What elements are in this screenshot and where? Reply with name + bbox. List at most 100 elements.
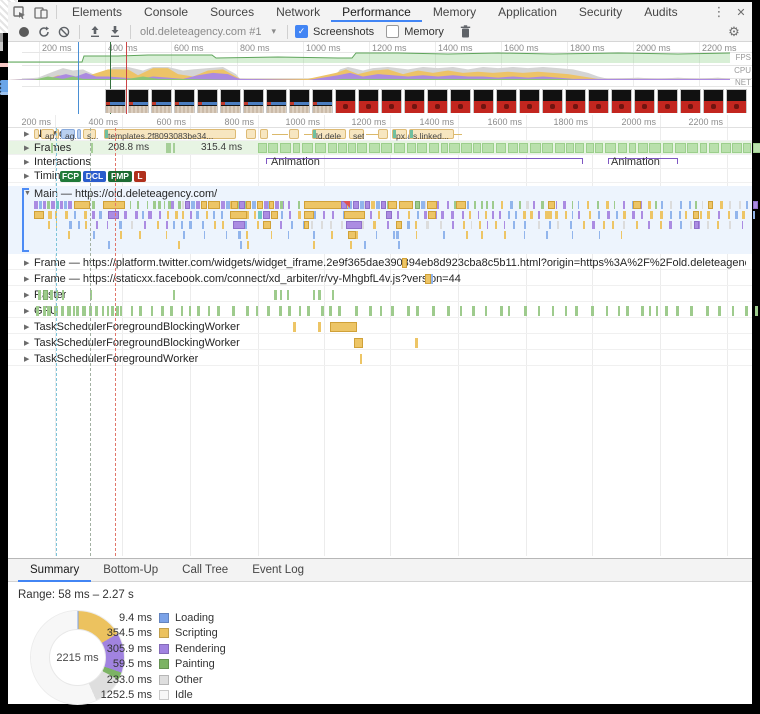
tab-console[interactable]: Console — [133, 3, 199, 22]
screenshot-thumbnail[interactable] — [404, 89, 425, 113]
track-row-raster[interactable]: ▶Raster — [8, 288, 752, 302]
tab-network[interactable]: Network — [265, 3, 331, 22]
drawer-tab-event-log[interactable]: Event Log — [240, 559, 316, 582]
network-request-block[interactable]: s.linked... — [409, 129, 454, 141]
network-request-block[interactable] — [34, 129, 39, 139]
network-request-block[interactable] — [378, 129, 388, 139]
track-row-twitter[interactable]: ▶ Frame — https://platform.twitter.com/wi… — [8, 256, 752, 270]
network-request-block[interactable] — [77, 129, 81, 139]
track-row-fb[interactable]: ▶ Frame — https://staticxx.facebook.com/c… — [8, 272, 752, 286]
screenshot-thumbnail[interactable] — [703, 89, 724, 113]
screenshot-thumbnail[interactable] — [220, 89, 241, 113]
timing-badge-fmp[interactable]: FMP — [108, 171, 132, 182]
drawer-tab-summary[interactable]: Summary — [18, 559, 92, 582]
tab-application[interactable]: Application — [487, 3, 568, 22]
timing-badge-l[interactable]: L — [134, 171, 146, 182]
drawer-tab-call-tree[interactable]: Call Tree — [170, 559, 240, 582]
screenshot-thumbnail[interactable] — [289, 89, 310, 113]
tab-elements[interactable]: Elements — [61, 3, 133, 22]
close-icon[interactable]: ✕ — [730, 3, 752, 21]
screenshot-thumbnail[interactable] — [680, 89, 701, 113]
clear-icon[interactable] — [54, 24, 74, 40]
tab-audits[interactable]: Audits — [633, 3, 688, 22]
track-expand-arrow[interactable]: ▶ — [24, 275, 29, 283]
timing-badge-dcl[interactable]: DCL — [83, 171, 106, 182]
save-profile-icon[interactable] — [105, 24, 125, 40]
track-row-tsbw1[interactable]: ▶ TaskSchedulerForegroundBlockingWorker — [8, 320, 752, 334]
network-request-block[interactable]: ld.dele — [312, 129, 346, 141]
gear-icon[interactable]: ⚙ — [724, 24, 744, 40]
tab-security[interactable]: Security — [568, 3, 633, 22]
track-expand-arrow[interactable]: ▶ — [24, 307, 29, 315]
screenshot-thumbnail[interactable] — [335, 89, 356, 113]
track-row-timings[interactable]: ▶ Timings FCP DCL FMP L — [8, 169, 752, 183]
screenshot-thumbnail[interactable] — [243, 89, 264, 113]
tab-sources[interactable]: Sources — [199, 3, 265, 22]
session-select[interactable]: old.deleteagency.com #1 — [140, 26, 262, 38]
tab-memory[interactable]: Memory — [422, 3, 487, 22]
screenshots-checkbox[interactable]: ✓ — [295, 25, 309, 38]
track-row-interactions[interactable]: ▶ Interactions Animation Animation — [8, 155, 752, 169]
screenshot-thumbnail[interactable] — [174, 89, 195, 113]
load-profile-icon[interactable] — [85, 24, 105, 40]
screenshot-thumbnail[interactable] — [542, 89, 563, 113]
track-expand-arrow[interactable]: ▶ — [24, 144, 29, 152]
screenshot-thumbnail[interactable] — [565, 89, 586, 113]
track-row-tsw[interactable]: ▶ TaskSchedulerForegroundWorker — [8, 352, 752, 366]
network-request-block[interactable] — [289, 129, 299, 139]
network-request-block[interactable] — [246, 129, 256, 139]
memory-label[interactable]: Memory — [404, 26, 444, 38]
memory-checkbox[interactable] — [386, 25, 400, 38]
screenshot-thumbnail[interactable] — [266, 89, 287, 113]
network-request-block[interactable]: px.a — [392, 129, 412, 141]
chevron-down-icon[interactable]: ▾ — [272, 26, 277, 37]
network-request-block[interactable] — [260, 129, 268, 139]
screenshot-thumbnail[interactable] — [381, 89, 402, 113]
network-request-block[interactable]: ap... — [41, 129, 62, 141]
device-toolbar-icon[interactable] — [30, 3, 52, 21]
track-expand-arrow[interactable]: ▶ — [24, 355, 29, 363]
network-request-block[interactable]: set — [349, 129, 364, 141]
track-expand-arrow[interactable]: ▶ — [24, 172, 29, 180]
reload-record-button[interactable] — [34, 24, 54, 40]
screenshot-thumbnail[interactable] — [105, 89, 126, 113]
track-row-main[interactable]: ▼ Main — https://old.deleteagency.com/ — [8, 187, 752, 201]
screenshot-thumbnail[interactable] — [496, 89, 517, 113]
record-button[interactable] — [14, 24, 34, 40]
kebab-menu-icon[interactable]: ⋮ — [708, 3, 730, 21]
overview-drag-handle[interactable] — [0, 33, 3, 42]
inspect-element-icon[interactable] — [8, 3, 30, 21]
screenshot-thumbnail[interactable] — [588, 89, 609, 113]
track-expand-arrow[interactable]: ▶ — [24, 158, 29, 166]
track-expand-arrow[interactable]: ▶ — [24, 339, 29, 347]
screenshot-thumbnail[interactable] — [358, 89, 379, 113]
track-row-frames[interactable]: ▶Frames208.8 ms315.4 ms — [8, 141, 760, 155]
screenshot-thumbnail[interactable] — [197, 89, 218, 113]
track-expand-arrow[interactable]: ▶ — [24, 291, 29, 299]
screenshot-thumbnail[interactable] — [151, 89, 172, 113]
screenshot-thumbnail[interactable] — [128, 89, 149, 113]
screenshot-thumbnail[interactable] — [611, 89, 632, 113]
track-row-gpu[interactable]: ▶ GPU — [8, 304, 758, 318]
track-expand-arrow[interactable]: ▶ — [24, 323, 29, 331]
screenshot-thumbnail[interactable] — [450, 89, 471, 113]
track-row-network[interactable]: ▶ Network ap... ag... s... templates.2f809308… — [8, 127, 752, 141]
screenshot-thumbnail[interactable] — [519, 89, 540, 113]
screenshots-label[interactable]: Screenshots — [313, 26, 374, 38]
tab-performance[interactable]: Performance — [331, 3, 422, 22]
track-row-tsbw2[interactable]: ▶ TaskSchedulerForegroundBlockingWorker — [8, 336, 752, 350]
track-expand-arrow[interactable]: ▼ — [24, 190, 31, 197]
network-request-block[interactable]: templates.2f8093083be34... — [104, 129, 236, 141]
screenshot-thumbnail[interactable] — [473, 89, 494, 113]
overview-drag-handle[interactable] — [0, 42, 3, 51]
screenshot-thumbnail[interactable] — [657, 89, 678, 113]
drawer-tab-bottom-up[interactable]: Bottom-Up — [91, 559, 170, 582]
screenshot-thumbnail[interactable] — [726, 89, 747, 113]
track-expand-arrow[interactable]: ▶ — [24, 259, 29, 267]
timing-badge-fcp[interactable]: FCP — [60, 171, 81, 182]
track-expand-arrow[interactable]: ▶ — [24, 130, 29, 138]
network-request-block[interactable]: ag... — [61, 129, 82, 141]
trash-icon[interactable] — [456, 24, 476, 40]
main-flame-area[interactable] — [8, 201, 758, 253]
screenshot-thumbnail[interactable] — [312, 89, 333, 113]
